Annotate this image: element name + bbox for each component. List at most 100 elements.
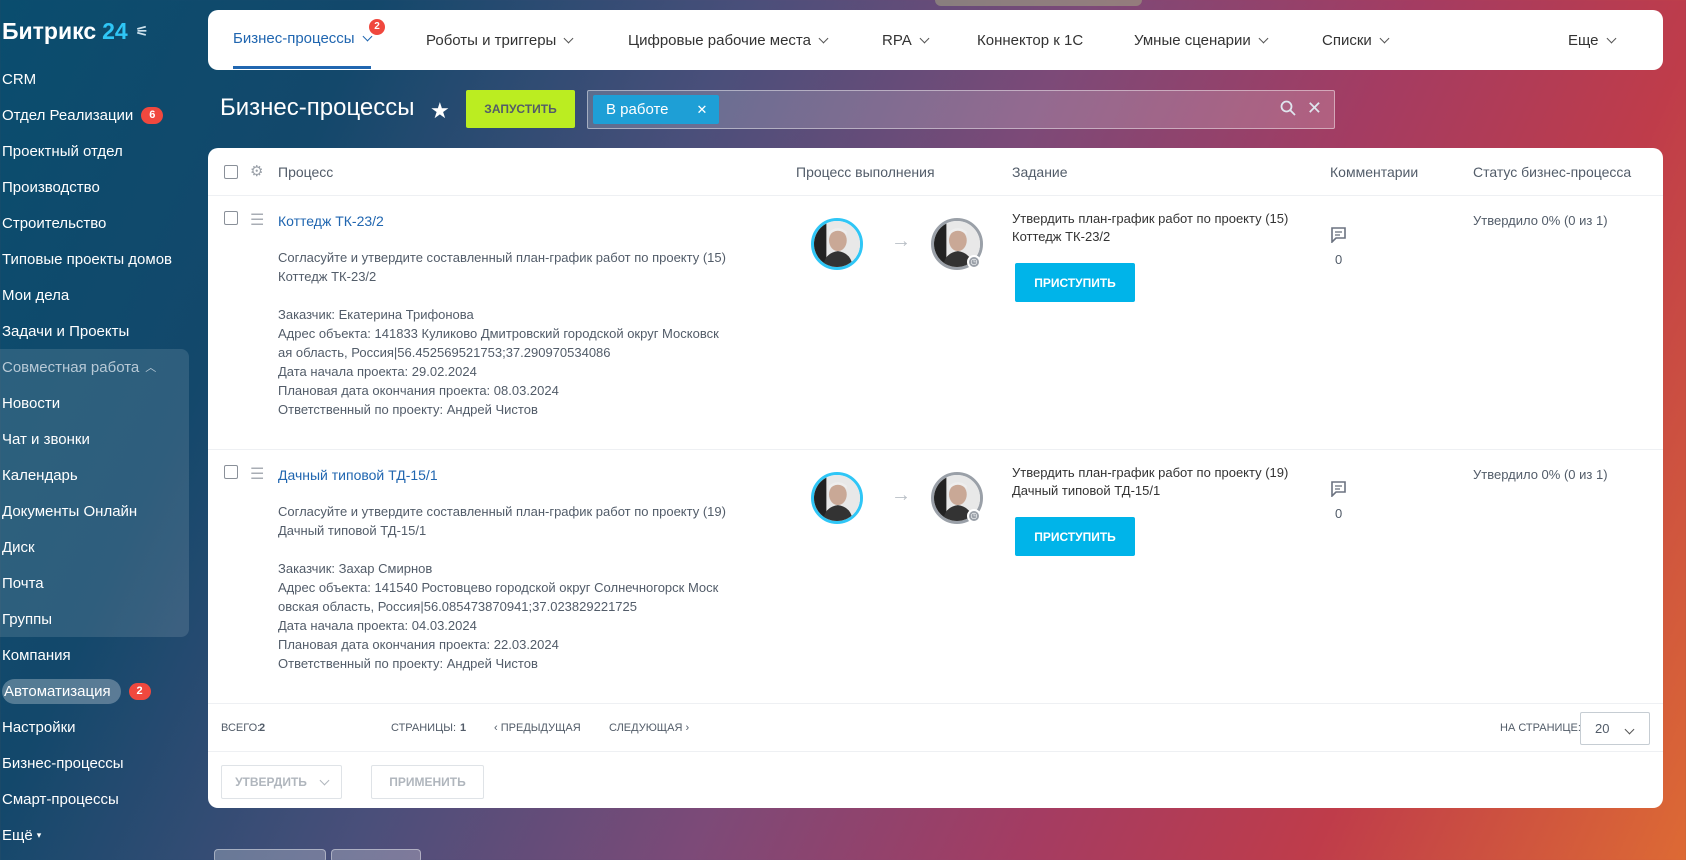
task-description: Утвердить план-график работ по проекту (… bbox=[1012, 211, 1289, 244]
process-link[interactable]: Коттедж ТК-23/2 bbox=[278, 213, 384, 229]
sidebar-item-crm[interactable]: CRM bbox=[0, 61, 190, 97]
drag-handle-icon[interactable]: ☰ bbox=[250, 210, 264, 230]
sidebar-item-docs[interactable]: Документы Онлайн bbox=[0, 493, 190, 529]
sidebar-item-house-projects[interactable]: Типовые проекты домов bbox=[0, 241, 190, 277]
process-status: Утвердило 0% (0 из 1) bbox=[1473, 467, 1608, 482]
sidebar-item-label: Автоматизация bbox=[2, 678, 121, 704]
next-page-button[interactable]: СЛЕДУЮЩАЯ › bbox=[609, 722, 689, 734]
comment-icon[interactable] bbox=[1330, 480, 1347, 501]
gear-icon[interactable]: ⚙ bbox=[250, 162, 263, 180]
counter-badge: 2 bbox=[128, 682, 151, 700]
start-task-button[interactable]: ПРИСТУПИТЬ bbox=[1015, 263, 1135, 302]
sidebar-item-calendar[interactable]: Календарь bbox=[0, 457, 190, 493]
tab-label: Умные сценарии bbox=[1134, 31, 1251, 49]
sidebar-item-news[interactable]: Новости bbox=[0, 385, 190, 421]
avatar[interactable] bbox=[811, 472, 863, 524]
process-status: Утвердило 0% (0 из 1) bbox=[1473, 213, 1608, 228]
column-header-task[interactable]: Задание bbox=[1012, 164, 1068, 180]
prev-page-button[interactable]: ‹ ПРЕДЫДУЩАЯ bbox=[494, 722, 581, 734]
brand-name: Битрикс bbox=[2, 18, 97, 44]
per-page-label: НА СТРАНИЦЕ: bbox=[1500, 722, 1581, 734]
sidebar-item-business-processes[interactable]: Бизнес-процессы bbox=[0, 745, 190, 781]
star-icon[interactable]: ★ bbox=[430, 98, 450, 124]
prev-page-label: ПРЕДЫДУЩАЯ bbox=[500, 722, 581, 734]
chevron-down-icon bbox=[919, 33, 930, 43]
sidebar-item-label: Компания bbox=[2, 646, 71, 664]
comment-icon[interactable] bbox=[1330, 226, 1347, 247]
sidebar-item-groups[interactable]: Группы bbox=[0, 601, 190, 637]
sidebar-item-production[interactable]: Производство bbox=[0, 169, 190, 205]
total-value: 2 bbox=[259, 722, 266, 734]
tab-rpa[interactable]: RPA bbox=[882, 10, 930, 70]
sidebar-item-label: Смарт-процессы bbox=[2, 790, 119, 808]
tab-lists[interactable]: Списки bbox=[1322, 10, 1390, 70]
arrow-right-icon: → bbox=[891, 230, 911, 252]
column-header-workflow[interactable]: Процесс выполнения bbox=[796, 164, 935, 180]
sidebar-item-label: Ещё bbox=[2, 826, 33, 844]
sidebar-group-toggle[interactable]: Совместная работа ︿ bbox=[0, 349, 190, 385]
page-title: Бизнес-процессы bbox=[220, 94, 415, 121]
sidebar-item-tasks[interactable]: Задачи и Проекты bbox=[0, 313, 190, 349]
close-icon[interactable]: ✕ bbox=[697, 102, 708, 118]
background-tab bbox=[214, 849, 326, 860]
chevron-right-icon: › bbox=[682, 722, 690, 734]
sidebar-item-label: Отдел Реализации bbox=[2, 106, 134, 124]
tab-smart-scenarios[interactable]: Умные сценарии bbox=[1134, 10, 1269, 70]
filter-chip[interactable]: В работе ✕ bbox=[593, 95, 720, 124]
clock-icon: ◷ bbox=[967, 255, 981, 269]
sidebar-item-my-affairs[interactable]: Мои дела bbox=[0, 277, 190, 313]
sidebar-item-more[interactable]: Ещё ▾ bbox=[0, 817, 190, 853]
tab-label: Коннектор к 1С bbox=[977, 31, 1084, 49]
process-description: Согласуйте и утвердите составленный план… bbox=[278, 250, 726, 417]
row-checkbox[interactable] bbox=[224, 211, 238, 225]
start-task-button[interactable]: ПРИСТУПИТЬ bbox=[1015, 517, 1135, 556]
left-sidebar: Битрикс 24 ⚟ CRM Отдел Реализации 6 Проек… bbox=[0, 0, 190, 860]
select-all-checkbox[interactable] bbox=[224, 165, 238, 179]
tab-business-processes[interactable]: Бизнес-процессы bbox=[233, 10, 373, 69]
sidebar-item-company[interactable]: Компания bbox=[0, 637, 190, 673]
sidebar-item-project-dept[interactable]: Проектный отдел bbox=[0, 133, 190, 169]
column-header-status[interactable]: Статус бизнес-процесса bbox=[1473, 164, 1631, 180]
row-checkbox[interactable] bbox=[224, 465, 238, 479]
sidebar-item-smart-processes[interactable]: Смарт-процессы bbox=[0, 781, 190, 817]
chevron-down-icon bbox=[1606, 33, 1616, 43]
clear-icon[interactable]: ✕ bbox=[1307, 98, 1322, 119]
per-page-select[interactable]: 20 bbox=[1580, 712, 1650, 745]
sidebar-item-chat[interactable]: Чат и звонки bbox=[0, 421, 190, 457]
column-header-process[interactable]: Процесс bbox=[278, 164, 333, 180]
sidebar-item-disk[interactable]: Диск bbox=[0, 529, 190, 565]
arrow-right-icon: → bbox=[891, 484, 911, 506]
run-button[interactable]: ЗАПУСТИТЬ bbox=[466, 90, 575, 128]
brand-logo[interactable]: Битрикс 24 ⚟ bbox=[2, 18, 148, 45]
approve-select-button[interactable]: УТВЕРДИТЬ bbox=[221, 765, 342, 799]
brand-number: 24 bbox=[102, 18, 128, 44]
sidebar-item-construction[interactable]: Строительство bbox=[0, 205, 190, 241]
sidebar-menu: CRM Отдел Реализации 6 Проектный отдел Пр… bbox=[0, 61, 190, 853]
avatar[interactable] bbox=[811, 218, 863, 270]
sidebar-item-automation[interactable]: Автоматизация 2 bbox=[0, 673, 190, 709]
search-icon[interactable] bbox=[1280, 100, 1296, 121]
sidebar-item-settings[interactable]: Настройки bbox=[0, 709, 190, 745]
apply-button[interactable]: ПРИМЕНИТЬ bbox=[371, 765, 484, 799]
sidebar-item-sales-dept[interactable]: Отдел Реализации 6 bbox=[0, 97, 190, 133]
drag-handle-icon[interactable]: ☰ bbox=[250, 464, 264, 484]
column-header-comments[interactable]: Комментарии bbox=[1330, 164, 1418, 180]
sidebar-item-mail[interactable]: Почта bbox=[0, 565, 190, 601]
tab-1c-connector[interactable]: Коннектор к 1С bbox=[977, 10, 1083, 70]
settings-sliders-icon[interactable]: ⚟ bbox=[136, 23, 149, 40]
current-page[interactable]: 1 bbox=[460, 722, 466, 734]
sidebar-item-label: Новости bbox=[2, 394, 61, 412]
process-link[interactable]: Дачный типовой ТД-15/1 bbox=[278, 467, 438, 483]
chevron-left-icon: ‹ bbox=[494, 722, 501, 734]
grid-footer: ВСЕГО: 2 СТРАНИЦЫ: 1 ‹ ПРЕДЫДУЩАЯ СЛЕДУЮ… bbox=[208, 704, 1663, 752]
tab-robots-triggers[interactable]: Роботы и триггеры bbox=[426, 10, 574, 70]
background-tab bbox=[331, 849, 421, 860]
tab-more[interactable]: Еще bbox=[1568, 10, 1616, 70]
chevron-down-icon bbox=[1624, 724, 1635, 735]
sidebar-item-label: Строительство bbox=[2, 214, 107, 232]
process-description: Согласуйте и утвердите составленный план… bbox=[278, 504, 726, 671]
background-window-edge bbox=[935, 0, 1142, 6]
tab-digital-workplaces[interactable]: Цифровые рабочие места bbox=[628, 10, 829, 70]
tab-label: Роботы и триггеры bbox=[426, 31, 557, 49]
filter-search-bar[interactable]: В работе ✕ ✕ bbox=[587, 90, 1335, 129]
